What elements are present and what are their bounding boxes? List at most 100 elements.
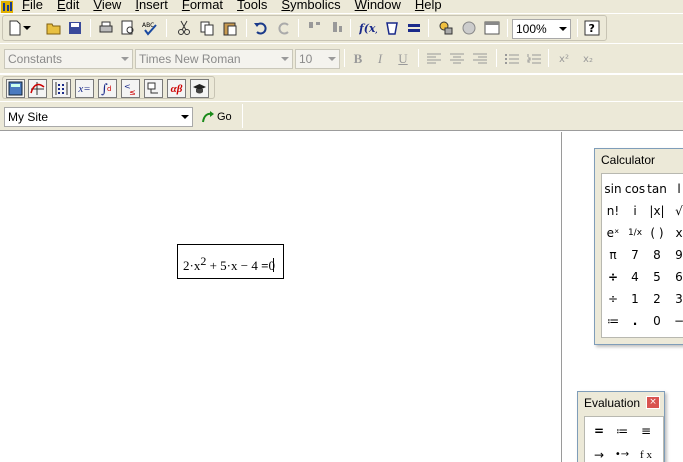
key-inline-divide[interactable]: ÷ [602,266,624,287]
paste-button[interactable] [220,18,240,38]
standard-toolbar: ABC f(x) [0,14,683,44]
menu-tools[interactable]: Tools [237,0,267,12]
subscript-button[interactable]: x₂ [578,49,598,69]
key-4[interactable]: 4 [624,266,646,287]
key-3[interactable]: 3 [668,288,683,309]
align-left-button[interactable] [424,49,444,69]
align-down-icon [333,22,342,32]
bullets-button[interactable] [502,49,522,69]
resources-select[interactable]: My Site [4,107,193,127]
key-sin[interactable]: sin [602,178,624,199]
key-ln[interactable]: l [668,178,683,199]
menu-file[interactable]: File [22,0,43,12]
key-symbolic-eval[interactable]: → [588,444,610,462]
key-minus[interactable]: − [668,310,683,331]
key-7[interactable]: 7 [624,244,646,265]
key-exp[interactable]: eˣ [602,222,624,243]
redo-button[interactable] [274,18,294,38]
symbolic-palette-button[interactable] [190,79,209,98]
calculator-palette[interactable]: Calculator sin cos tan l n! i |x| √ eˣ 1… [594,148,683,345]
align-right-button[interactable] [470,49,490,69]
key-decimal[interactable]: . [624,310,646,331]
window-button[interactable] [482,18,502,38]
align-center-button[interactable] [447,49,467,69]
key-global-definition[interactable]: ≡ [635,420,657,441]
font-select[interactable]: Times New Roman [135,49,293,69]
worksheet[interactable] [0,132,562,462]
go-button[interactable]: Go [201,107,237,127]
zoom-select[interactable]: 100% [512,19,571,39]
menu-help[interactable]: Help [415,0,442,12]
key-tan[interactable]: tan [646,178,668,199]
key-0[interactable]: 0 [646,310,668,331]
boolean-icon: <≤ [124,82,136,96]
greek-palette-button[interactable]: αβ [167,79,186,98]
graph-palette-button[interactable] [28,79,47,98]
open-button[interactable] [44,18,64,38]
insert-function-button[interactable]: f(x) [358,18,378,38]
app-icon[interactable] [0,0,14,13]
key-6[interactable]: 6 [668,266,683,287]
numbering-button[interactable] [524,49,544,69]
key-evaluate[interactable]: = [588,420,610,441]
font-size-select[interactable]: 10 [295,49,340,69]
style-select[interactable]: Constants [4,49,133,69]
menu-format[interactable]: Format [182,0,223,12]
print-button[interactable] [96,18,116,38]
print-preview-button[interactable] [118,18,138,38]
key-sqrt[interactable]: √ [668,200,683,221]
paste-icon [223,22,237,36]
key-pi[interactable]: π [602,244,624,265]
key-8[interactable]: 8 [646,244,668,265]
align-top-button[interactable] [305,18,325,38]
bold-button[interactable]: B [348,49,368,69]
calculate-button[interactable] [404,18,424,38]
key-factorial[interactable]: n! [602,200,624,221]
menu-edit[interactable]: Edit [57,0,79,12]
key-imaginary[interactable]: i [624,200,646,221]
key-keyword-eval[interactable]: •→ [611,444,633,462]
align-down-button[interactable] [327,18,347,38]
align-left-icon [427,53,441,64]
spell-check-button[interactable]: ABC [140,18,160,38]
insert-component-button[interactable] [436,18,456,38]
new-dropdown-button[interactable] [22,18,32,38]
underline-button[interactable]: U [393,49,413,69]
math-region[interactable]: 2·x2 + 5·x − 4 =0 [177,244,284,279]
copy-button[interactable] [197,18,217,38]
key-definition[interactable]: ≔ [611,420,633,441]
close-icon[interactable]: × [646,396,660,409]
key-divide[interactable]: ÷ [602,288,624,309]
calculator-palette-button[interactable] [6,79,25,98]
undo-button[interactable] [251,18,271,38]
key-5[interactable]: 5 [646,266,668,287]
key-define[interactable]: ≔ [602,310,624,331]
key-1[interactable]: 1 [624,288,646,309]
menu-view[interactable]: View [93,0,121,12]
key-power[interactable]: x [668,222,683,243]
menu-window[interactable]: Window [355,0,401,12]
calculus-palette-button[interactable]: ∫ d [98,79,117,98]
resource-center-button[interactable] [459,18,479,38]
save-button[interactable] [65,18,85,38]
menu-symbolics[interactable]: Symbolics [281,0,340,12]
insert-unit-button[interactable] [382,18,402,38]
italic-button[interactable]: I [370,49,390,69]
expr-term-1: 2·x [183,258,201,273]
key-cos[interactable]: cos [624,178,646,199]
key-absolute[interactable]: |x| [646,200,668,221]
superscript-button[interactable]: x² [554,49,574,69]
cut-button[interactable] [174,18,194,38]
evaluation-palette[interactable]: Evaluation × = ≔ ≡ → •→ f x [577,391,665,462]
help-button[interactable]: ? [582,18,602,38]
matrix-palette-button[interactable] [52,79,71,98]
boolean-palette-button[interactable]: < ≤ [121,79,140,98]
key-parentheses[interactable]: ( ) [646,222,668,243]
key-prefix-operator[interactable]: f x [635,444,657,462]
evaluation-palette-button[interactable]: x= [75,79,94,98]
menu-insert[interactable]: Insert [135,0,168,12]
key-2[interactable]: 2 [646,288,668,309]
key-9[interactable]: 9 [668,244,683,265]
programming-palette-button[interactable] [144,79,163,98]
key-reciprocal[interactable]: 1/x [624,222,646,243]
